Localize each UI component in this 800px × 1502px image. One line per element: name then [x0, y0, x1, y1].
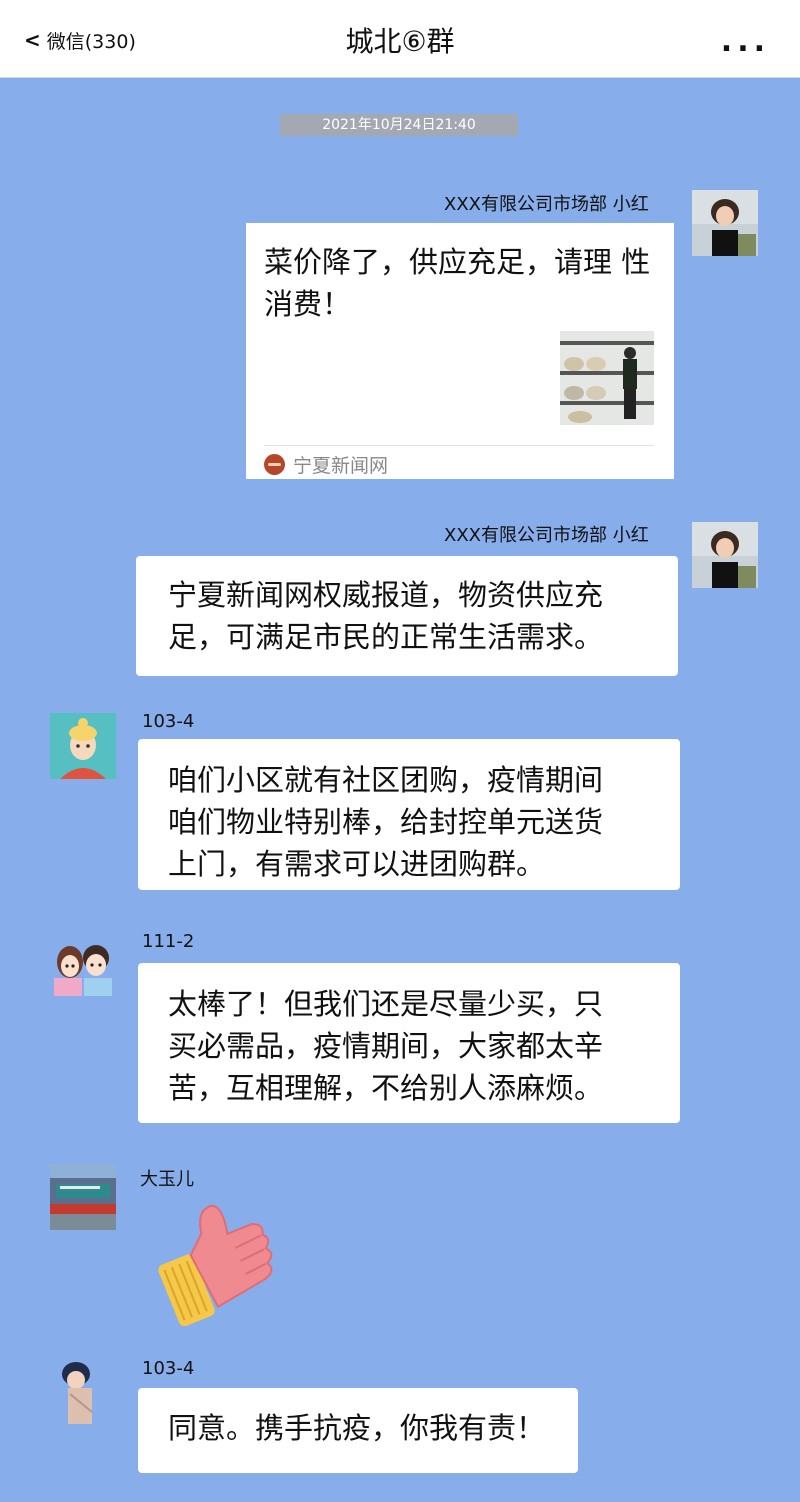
link-source: 宁夏新闻网 [264, 451, 388, 477]
more-button[interactable]: ... [721, 24, 770, 59]
timestamp: 2021年10月24日21:40 [280, 114, 518, 136]
news-thumbnail [560, 331, 654, 425]
chat-header: < 微信(330) 城北⑥群 ... [0, 0, 800, 78]
source-name: 宁夏新闻网 [293, 454, 389, 477]
avatar-103-4[interactable] [50, 713, 116, 779]
sender-name: XXX有限公司市场部 小红 [444, 525, 649, 546]
avatar-dayuer[interactable] [50, 1164, 116, 1230]
message-bubble[interactable]: 咱们小区就有社区团购，疫情期间 咱们物业特别棒，给封控单元送货 上门，有需求可以… [138, 739, 680, 890]
avatar-xiaohong[interactable] [692, 522, 758, 588]
avatar-111-2[interactable] [50, 930, 116, 996]
chat-title: 城北⑥群 [345, 25, 455, 58]
thumbs-up-sticker[interactable] [150, 1192, 282, 1327]
sender-name: 111-2 [142, 931, 195, 952]
sender-name: 大玉儿 [140, 1169, 194, 1190]
sender-name: 103-4 [142, 711, 195, 732]
message-bubble[interactable]: 同意。携手抗疫，你我有责！ [138, 1388, 578, 1473]
sender-name: 103-4 [142, 1358, 195, 1379]
link-title: 菜价降了，供应充足，请理 性消费！ [264, 245, 651, 321]
sender-name: XXX有限公司市场部 小红 [444, 194, 649, 215]
news-source-icon [264, 453, 285, 475]
avatar-xiaohong[interactable] [692, 190, 758, 256]
message-bubble[interactable]: 太棒了！但我们还是尽量少买，只 买必需品，疫情期间，大家都太辛 苦，互相理解，不… [138, 963, 680, 1123]
message-bubble[interactable]: 宁夏新闻网权威报道，物资供应充 足，可满足市民的正常生活需求。 [136, 556, 678, 676]
avatar-103-4-alt[interactable] [50, 1358, 116, 1424]
link-message-card[interactable]: 菜价降了，供应充足，请理 性消费！ 宁夏新闻网 [246, 223, 674, 479]
divider [264, 445, 654, 446]
